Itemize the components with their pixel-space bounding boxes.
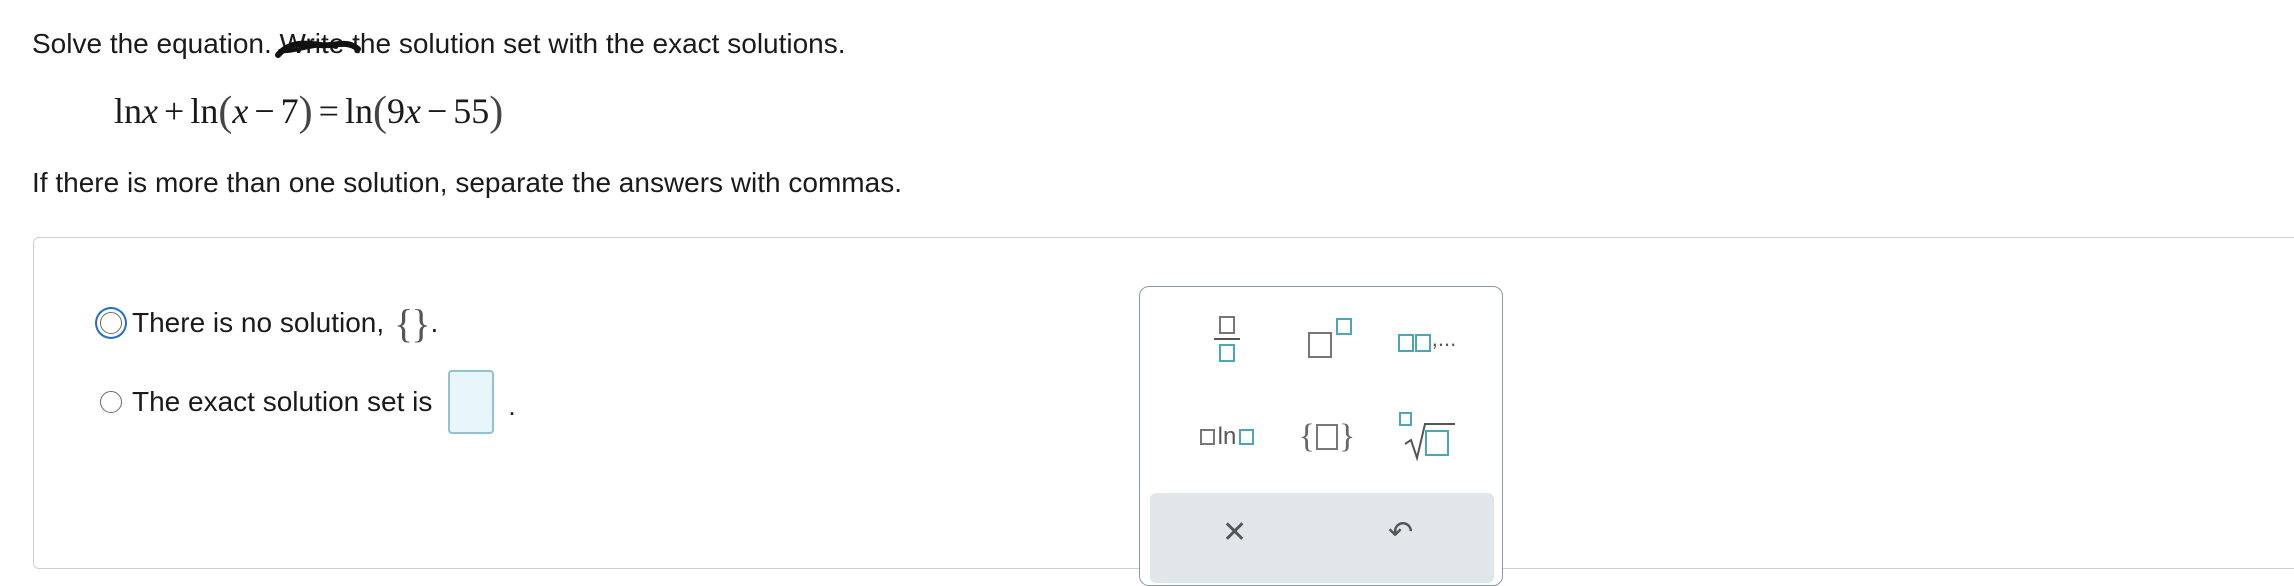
radio-solution-set[interactable] — [100, 391, 122, 413]
radio-no-solution[interactable] — [100, 312, 122, 334]
right-paren: ) — [298, 89, 313, 135]
coefficient: 9 — [386, 91, 405, 131]
undo-icon[interactable]: ↶ — [1388, 515, 1413, 550]
nth-root-icon — [1397, 410, 1457, 464]
left-paren: ( — [218, 89, 233, 135]
math-palette: ,... ln {} ✕ ↶ — [1139, 286, 1503, 586]
prompt-after: the solution set with the exact solution… — [352, 28, 846, 59]
var-x: x — [404, 91, 421, 131]
option-label: There is no solution, — [132, 307, 385, 338]
set-braces-button[interactable]: {} — [1292, 407, 1362, 467]
list-icon: ,... — [1397, 326, 1456, 352]
fraction-icon — [1214, 316, 1240, 362]
equation: lnx + ln(x −7) = ln(9x −55) — [114, 86, 503, 136]
set-braces-icon: {} — [1298, 418, 1356, 455]
exponent-button[interactable] — [1292, 309, 1362, 369]
prompt-before: Solve the equation. — [32, 28, 272, 59]
scribble-mark — [274, 40, 361, 58]
var-x: x — [232, 91, 249, 131]
minus-sign: − — [426, 91, 448, 131]
palette-footer: ✕ ↶ — [1150, 493, 1494, 583]
option-label: The exact solution set is — [132, 386, 433, 417]
plus-sign: + — [164, 91, 185, 131]
ln-icon: ln — [1197, 423, 1258, 451]
ln-func: ln — [114, 91, 143, 131]
constant: 7 — [280, 91, 299, 131]
exponent-icon — [1302, 314, 1352, 364]
option-solution-set[interactable]: The exact solution set is . — [100, 370, 516, 434]
ln-func: ln — [344, 91, 373, 131]
clear-icon[interactable]: ✕ — [1222, 515, 1247, 550]
crossed-out-word: Write — [274, 27, 361, 61]
nth-root-button[interactable] — [1392, 407, 1462, 467]
left-paren: ( — [372, 89, 387, 135]
ln-func: ln — [190, 91, 219, 131]
option-period: . — [508, 390, 516, 421]
constant: 55 — [453, 91, 490, 131]
option-period: . — [430, 307, 439, 338]
fraction-button[interactable] — [1192, 309, 1262, 369]
solution-set-input[interactable] — [448, 370, 495, 434]
separator-instruction: If there is more than one solution, sepa… — [32, 167, 902, 198]
list-button[interactable]: ,... — [1392, 309, 1462, 369]
log-base-button[interactable]: ln — [1192, 407, 1262, 467]
right-paren: ) — [489, 89, 504, 135]
minus-sign: − — [254, 91, 275, 131]
var-x: x — [142, 91, 158, 131]
equals-sign: = — [318, 91, 339, 131]
question-prompt: Solve the equation. Write the solution s… — [32, 27, 846, 61]
option-no-solution[interactable]: There is no solution, {} . — [100, 300, 439, 346]
empty-set-braces: {} — [394, 300, 430, 346]
